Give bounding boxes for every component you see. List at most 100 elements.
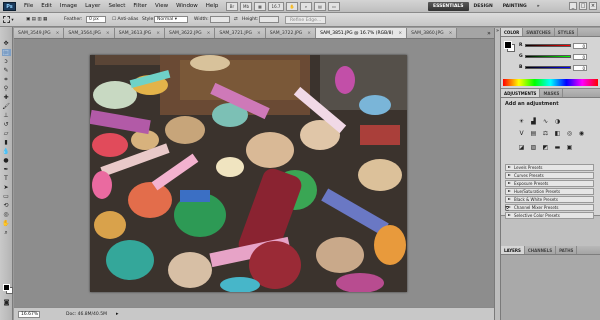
menu-window[interactable]: Window xyxy=(172,0,202,13)
tab-close-icon[interactable]: × xyxy=(56,28,60,38)
workspace-more[interactable]: » xyxy=(532,2,545,11)
menu-view[interactable]: View xyxy=(151,0,172,13)
document-image[interactable] xyxy=(90,55,407,292)
zoom-tool-icon[interactable]: ⌕ xyxy=(2,229,11,236)
workspace-painting[interactable]: PAINTING xyxy=(498,2,532,11)
menu-select[interactable]: Select xyxy=(104,0,129,13)
tab-close-icon[interactable]: × xyxy=(106,28,110,38)
quick-selection-tool-icon[interactable]: ✎ xyxy=(2,67,11,74)
quick-mask-icon[interactable]: ◙ xyxy=(2,299,11,306)
minimize-button[interactable]: _ xyxy=(569,2,577,10)
tab-close-icon[interactable]: × xyxy=(207,28,211,38)
posterize-icon[interactable]: ▨ xyxy=(529,144,538,152)
threshold-icon[interactable]: ◩ xyxy=(541,144,550,152)
mini-bridge-icon[interactable]: Mb xyxy=(240,2,252,11)
move-tool-icon[interactable]: ✥ xyxy=(2,40,11,47)
preset-exposure[interactable]: Exposure Presets xyxy=(505,180,594,187)
crop-tool-icon[interactable]: ⌗ xyxy=(2,76,11,83)
tab-adjustments[interactable]: ADJUSTMENTS xyxy=(501,89,541,97)
menu-help[interactable]: Help xyxy=(202,0,223,13)
selective-color-icon[interactable]: ▣ xyxy=(565,144,574,152)
brush-tool-icon[interactable]: 🖌 xyxy=(2,103,11,110)
healing-brush-tool-icon[interactable]: ✚ xyxy=(2,94,11,101)
path-selection-tool-icon[interactable]: ➤ xyxy=(2,184,11,191)
close-button[interactable]: × xyxy=(589,2,597,10)
zoom-level[interactable]: 16.7 xyxy=(268,2,284,11)
height-input[interactable] xyxy=(259,16,279,23)
tab-close-icon[interactable]: × xyxy=(449,28,453,38)
tab-document[interactable]: SAM_3722.JPG × xyxy=(265,28,317,38)
tab-masks[interactable]: MASKS xyxy=(540,89,564,97)
blue-slider[interactable] xyxy=(525,66,571,69)
tool-preset-picker[interactable]: ▾ xyxy=(3,16,14,24)
document-info[interactable]: Doc: 46.8M/40.5M xyxy=(66,311,107,318)
tab-swatches[interactable]: SWATCHES xyxy=(523,28,555,36)
preset-hue-saturation[interactable]: Hue/Saturation Presets xyxy=(505,188,594,195)
refine-edge-button[interactable]: Refine Edge... xyxy=(285,16,327,24)
invert-icon[interactable]: ◪ xyxy=(517,144,526,152)
clone-stamp-tool-icon[interactable]: ⊥ xyxy=(2,112,11,119)
swap-icon[interactable]: ⇄ xyxy=(234,16,238,24)
status-menu-arrow-icon[interactable]: ▸ xyxy=(116,311,119,317)
3d-orbit-tool-icon[interactable]: ◎ xyxy=(2,211,11,218)
tab-document-active[interactable]: SAM_3851.JPG @ 16.7% (RGB/8) × xyxy=(316,28,408,38)
3d-rotate-tool-icon[interactable]: ⟲ xyxy=(2,202,11,209)
eyedropper-tool-icon[interactable]: ⚲ xyxy=(2,85,11,92)
curves-icon[interactable]: ∿ xyxy=(541,118,550,126)
gradient-tool-icon[interactable]: ▮ xyxy=(2,139,11,146)
width-input[interactable] xyxy=(210,16,230,23)
tab-close-icon[interactable]: × xyxy=(156,28,160,38)
dodge-tool-icon[interactable]: ● xyxy=(2,157,11,164)
pen-tool-icon[interactable]: ✒ xyxy=(2,166,11,173)
photo-filter-icon[interactable]: ◎ xyxy=(565,130,574,138)
menu-edit[interactable]: Edit xyxy=(37,0,56,13)
black-white-icon[interactable]: ◧ xyxy=(553,130,562,138)
preset-levels[interactable]: Levels Presets xyxy=(505,164,594,171)
workspace-essentials[interactable]: ESSENTIALS xyxy=(428,2,469,11)
marquee-tool-icon[interactable]: ⬚ xyxy=(1,49,11,56)
collapse-icon[interactable]: » xyxy=(495,28,500,34)
tab-document[interactable]: SAM_3622.JPG × xyxy=(165,28,216,38)
type-tool-icon[interactable]: T xyxy=(2,175,11,182)
view-extras-icon[interactable]: ▦ xyxy=(254,2,266,11)
channel-mixer-icon[interactable]: ◉ xyxy=(577,130,586,138)
history-brush-tool-icon[interactable]: ↺ xyxy=(2,121,11,128)
foreground-color-swatch[interactable] xyxy=(504,41,512,49)
zoom-field[interactable]: 16.67% xyxy=(18,311,40,318)
preset-black-white[interactable]: Black & White Presets xyxy=(505,196,594,203)
screen-mode-icon[interactable]: ▭ xyxy=(328,2,340,11)
style-select[interactable]: Normal ▾ xyxy=(154,16,188,23)
tab-document[interactable]: SAM_3721.JPG × xyxy=(215,28,266,38)
tab-close-icon[interactable]: × xyxy=(307,28,311,38)
panel-collapse-strip[interactable]: » xyxy=(494,28,501,320)
red-slider[interactable] xyxy=(525,44,571,47)
preset-curves[interactable]: Curves Presets xyxy=(505,172,594,179)
green-value-input[interactable]: 0 xyxy=(573,53,587,60)
feather-input[interactable]: 0 px xyxy=(86,16,106,23)
levels-icon[interactable]: ▟ xyxy=(529,118,538,126)
tab-channels[interactable]: CHANNELS xyxy=(525,246,557,254)
shape-tool-icon[interactable]: ▭ xyxy=(2,193,11,200)
hand-tool-icon[interactable]: ✋ xyxy=(2,220,11,227)
color-balance-icon[interactable]: ⚖ xyxy=(541,130,550,138)
zoom-tool-icon[interactable]: ⌕ xyxy=(300,2,312,11)
vibrance-icon[interactable]: V xyxy=(517,130,526,138)
tab-document[interactable]: SAM_3860.JPG × xyxy=(407,28,458,38)
workspace-design[interactable]: DESIGN xyxy=(469,2,498,11)
tab-document[interactable]: SAM_3613.JPG × xyxy=(114,28,166,38)
blur-tool-icon[interactable]: 💧 xyxy=(2,148,11,155)
tab-document[interactable]: SAM_3564.JPG × xyxy=(64,28,115,38)
tab-styles[interactable]: STYLES xyxy=(555,28,579,36)
foreground-color-swatch[interactable] xyxy=(3,284,10,291)
lasso-tool-icon[interactable]: ↄ xyxy=(2,58,11,65)
tab-layers[interactable]: LAYERS xyxy=(501,246,525,254)
clip-layer-icon[interactable]: ⎘ xyxy=(505,206,509,213)
blue-value-input[interactable]: 0 xyxy=(573,64,587,71)
maximize-button[interactable]: □ xyxy=(579,2,587,10)
tab-close-icon[interactable]: × xyxy=(398,28,402,38)
menu-image[interactable]: Image xyxy=(56,0,81,13)
eraser-tool-icon[interactable]: ▱ xyxy=(2,130,11,137)
menu-layer[interactable]: Layer xyxy=(81,0,104,13)
menu-filter[interactable]: Filter xyxy=(129,0,151,13)
menu-file[interactable]: File xyxy=(20,0,37,13)
